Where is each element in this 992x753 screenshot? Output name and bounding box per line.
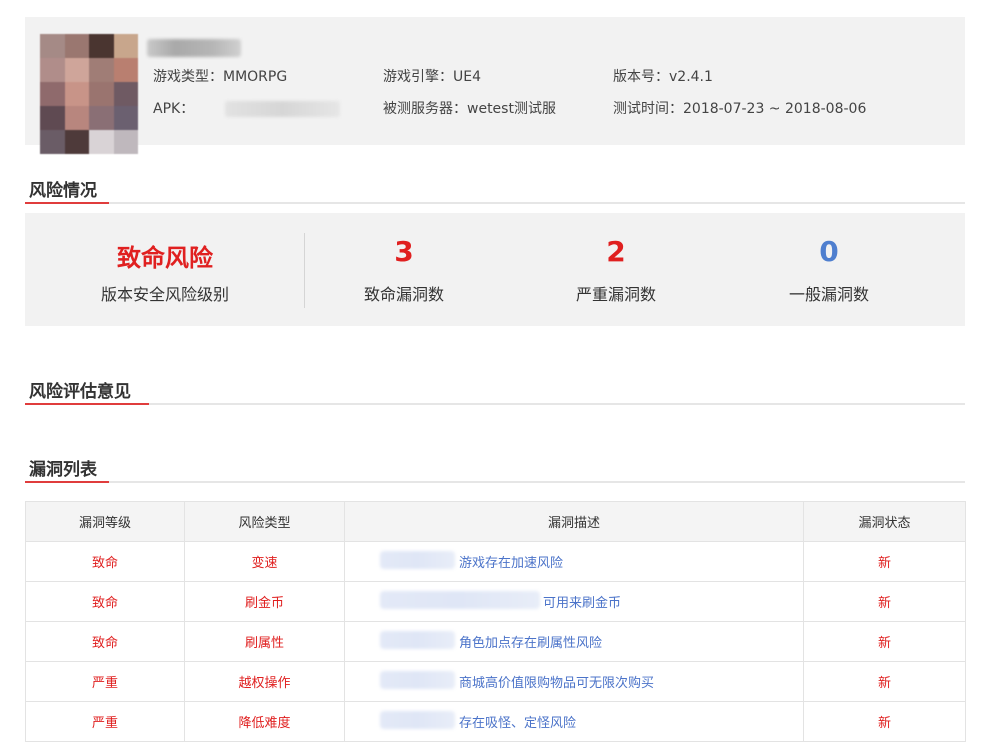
- cell-level: 致命: [25, 541, 185, 582]
- desc-prefix-blurred: [380, 551, 455, 569]
- risk-level-value: 致命风险: [117, 244, 213, 272]
- engine-label: 游戏引擎：: [383, 69, 453, 85]
- game-name-blurred: [147, 39, 241, 57]
- cell-status: 新: [803, 701, 966, 742]
- cell-desc: 角色加点存在刷属性风险: [344, 621, 804, 662]
- normal-count-block: 0 一般漏洞数: [749, 213, 909, 326]
- apk-value-blurred: [225, 101, 340, 117]
- section-divider: [25, 403, 965, 405]
- game-info-card: 游戏类型：MMORPG 游戏引擎：UE4 版本号：v2.4.1 APK： 被测服…: [25, 17, 965, 154]
- desc-prefix-blurred: [380, 631, 455, 649]
- risk-level-label: 版本安全风险级别: [100, 285, 229, 304]
- cell-type: 刷属性: [184, 621, 345, 662]
- col-header-type: 风险类型: [184, 501, 345, 542]
- cell-status: 新: [803, 661, 966, 702]
- cell-type: 刷金币: [184, 581, 345, 622]
- section-assessment-title: 风险评估意见: [29, 382, 131, 402]
- risk-level-block: 致命风险 版本安全风险级别: [45, 213, 285, 326]
- section-risk-heading: 风险情况: [25, 176, 965, 204]
- cell-desc: 商城高价值限购物品可无限次购买: [344, 661, 804, 702]
- normal-count-label: 一般漏洞数: [788, 285, 869, 304]
- desc-prefix-blurred: [380, 591, 540, 609]
- version-label: 版本号：: [613, 69, 669, 85]
- game-type-label: 游戏类型：: [153, 69, 223, 85]
- apk-label: APK：: [153, 101, 195, 117]
- section-accent-line: [25, 202, 109, 204]
- vulnerability-table: 漏洞等级 风险类型 漏洞描述 漏洞状态 致命 变速 游戏存在加速风险 新 致命 …: [25, 501, 966, 742]
- engine-value: UE4: [453, 69, 481, 85]
- apk: APK：: [153, 98, 194, 118]
- server-value: wetest测试服: [467, 101, 556, 117]
- cell-type: 降低难度: [184, 701, 345, 742]
- cell-status: 新: [803, 581, 966, 622]
- section-vuln-list-heading: 漏洞列表: [25, 455, 965, 483]
- col-header-status: 漏洞状态: [803, 501, 966, 542]
- section-risk-title: 风险情况: [29, 181, 97, 201]
- desc-link[interactable]: 游戏存在加速风险: [459, 552, 563, 571]
- desc-link[interactable]: 存在吸怪、定怪风险: [459, 712, 576, 731]
- severe-count-value: 2: [606, 235, 626, 268]
- col-header-desc: 漏洞描述: [344, 501, 804, 542]
- server-label: 被测服务器：: [383, 101, 467, 117]
- fatal-count-value: 3: [394, 235, 414, 268]
- risk-divider: [304, 233, 305, 308]
- test-time: 测试时间：2018-07-23 ~ 2018-08-06: [613, 98, 866, 118]
- test-server: 被测服务器：wetest测试服: [383, 98, 556, 118]
- col-header-level: 漏洞等级: [25, 501, 185, 542]
- cell-desc: 可用来刷金币: [344, 581, 804, 622]
- cell-level: 严重: [25, 701, 185, 742]
- test-time-value: 2018-07-23 ~ 2018-08-06: [683, 101, 867, 117]
- cell-type: 变速: [184, 541, 345, 582]
- cell-status: 新: [803, 541, 966, 582]
- section-assessment-heading: 风险评估意见: [25, 377, 965, 405]
- game-engine: 游戏引擎：UE4: [383, 66, 481, 86]
- cell-desc: 游戏存在加速风险: [344, 541, 804, 582]
- game-icon-blurred: [40, 34, 138, 154]
- desc-link[interactable]: 商城高价值限购物品可无限次购买: [459, 672, 654, 691]
- table-header-row: 漏洞等级 风险类型 漏洞描述 漏洞状态: [25, 501, 966, 542]
- cell-type: 越权操作: [184, 661, 345, 702]
- table-row[interactable]: 致命 变速 游戏存在加速风险 新: [25, 541, 966, 582]
- fatal-count-block: 3 致命漏洞数: [324, 213, 484, 326]
- desc-prefix-blurred: [380, 671, 455, 689]
- table-row[interactable]: 严重 越权操作 商城高价值限购物品可无限次购买 新: [25, 661, 966, 702]
- desc-link[interactable]: 角色加点存在刷属性风险: [459, 632, 602, 651]
- cell-level: 致命: [25, 581, 185, 622]
- desc-link[interactable]: 可用来刷金币: [543, 592, 621, 611]
- section-accent-line: [25, 481, 109, 483]
- cell-desc: 存在吸怪、定怪风险: [344, 701, 804, 742]
- game-type: 游戏类型：MMORPG: [153, 66, 287, 86]
- cell-status: 新: [803, 621, 966, 662]
- risk-summary-panel: 致命风险 版本安全风险级别 3 致命漏洞数 2 严重漏洞数 0 一般漏洞数: [25, 213, 965, 326]
- normal-count-value: 0: [819, 235, 839, 268]
- table-row[interactable]: 致命 刷属性 角色加点存在刷属性风险 新: [25, 621, 966, 662]
- table-row[interactable]: 严重 降低难度 存在吸怪、定怪风险 新: [25, 701, 966, 742]
- game-type-value: MMORPG: [223, 69, 288, 85]
- section-divider: [25, 202, 965, 204]
- table-row[interactable]: 致命 刷金币 可用来刷金币 新: [25, 581, 966, 622]
- section-divider: [25, 481, 965, 483]
- version: 版本号：v2.4.1: [613, 66, 713, 86]
- section-accent-line: [25, 403, 149, 405]
- version-value: v2.4.1: [669, 69, 713, 85]
- cell-level: 严重: [25, 661, 185, 702]
- severe-count-block: 2 严重漏洞数: [536, 213, 696, 326]
- test-time-label: 测试时间：: [613, 101, 683, 117]
- desc-prefix-blurred: [380, 711, 455, 729]
- fatal-count-label: 致命漏洞数: [363, 285, 444, 304]
- cell-level: 致命: [25, 621, 185, 662]
- severe-count-label: 严重漏洞数: [575, 285, 656, 304]
- section-vuln-list-title: 漏洞列表: [29, 460, 97, 480]
